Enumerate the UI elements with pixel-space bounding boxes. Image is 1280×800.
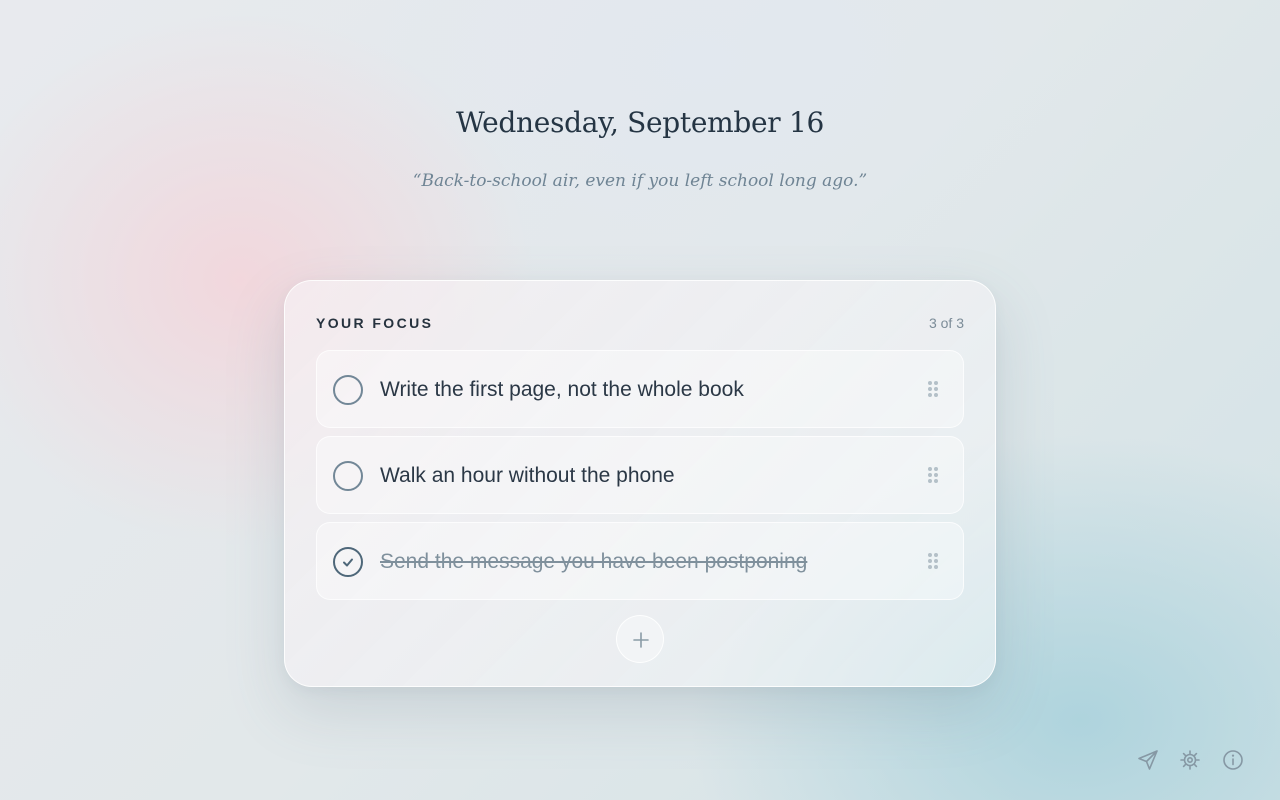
- focus-title: YOUR FOCUS: [316, 315, 434, 331]
- task-checkbox[interactable]: [333, 461, 363, 491]
- checkmark-icon: [343, 558, 353, 567]
- task-count: 3 of 3: [928, 315, 964, 331]
- task-item[interactable]: Write the first page, not the whole book: [316, 350, 964, 428]
- task-item[interactable]: Send the message you have been postponin…: [316, 522, 964, 600]
- drag-handle-icon[interactable]: [927, 380, 939, 398]
- drag-handle-icon[interactable]: [927, 466, 939, 484]
- task-text[interactable]: Send the message you have been postponin…: [380, 550, 807, 574]
- task-checkbox-checked[interactable]: [333, 547, 363, 577]
- info-icon[interactable]: [1221, 748, 1245, 772]
- task-item[interactable]: Walk an hour without the phone: [316, 436, 964, 514]
- daily-quote: “Back-to-school air, even if you left sc…: [412, 171, 868, 191]
- add-task-button[interactable]: [616, 615, 664, 663]
- task-checkbox[interactable]: [333, 375, 363, 405]
- gear-icon[interactable]: [1178, 748, 1202, 772]
- send-icon[interactable]: [1136, 748, 1160, 772]
- page-date: Wednesday, September 16: [455, 106, 825, 139]
- task-text[interactable]: Write the first page, not the whole book: [380, 378, 744, 402]
- task-text[interactable]: Walk an hour without the phone: [380, 464, 675, 488]
- focus-card: YOUR FOCUS 3 of 3 Write the first page, …: [284, 280, 996, 687]
- drag-handle-icon[interactable]: [927, 552, 939, 570]
- plus-icon: [633, 632, 649, 648]
